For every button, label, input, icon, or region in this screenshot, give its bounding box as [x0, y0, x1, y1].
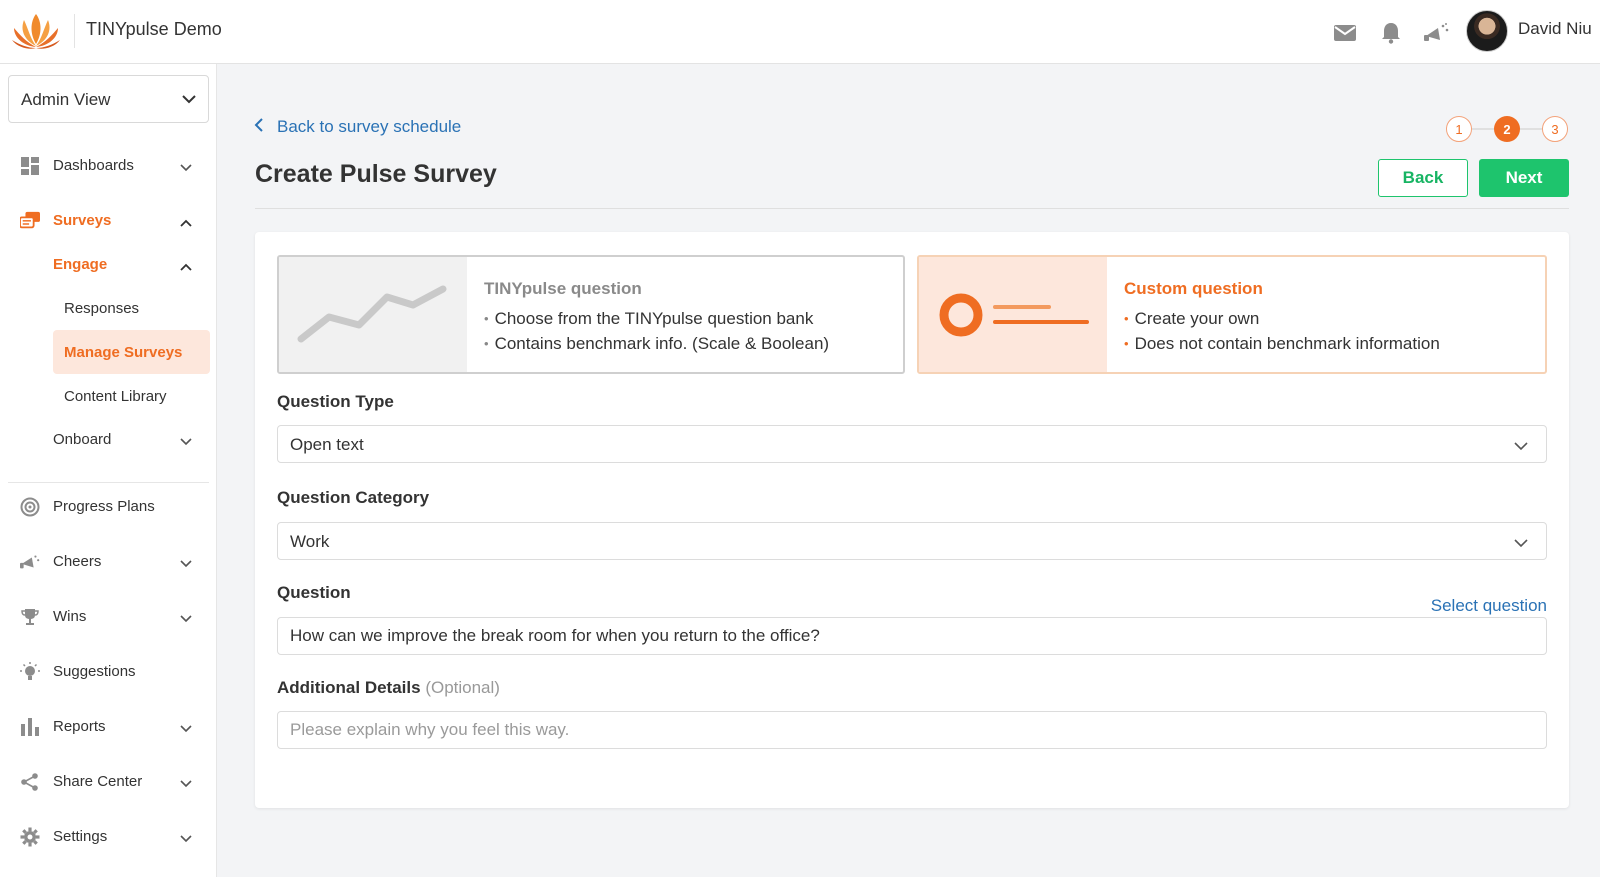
sidebar-item-label: Onboard: [53, 431, 112, 448]
custom-bullet: Create your own: [1124, 309, 1260, 329]
sidebar-item-label: Reports: [53, 718, 106, 735]
dashboard-icon: [20, 156, 40, 176]
avatar[interactable]: [1466, 10, 1508, 52]
bar-chart-icon: [20, 717, 40, 737]
survey-form-card: TINYpulse question Choose from the TINYp…: [255, 232, 1569, 808]
question-input[interactable]: [278, 618, 1546, 654]
back-link-label: Back to survey schedule: [277, 117, 462, 136]
chevron-down-icon: [1514, 438, 1528, 456]
user-name[interactable]: David Niu: [1518, 19, 1592, 39]
sidebar-item-wins[interactable]: Wins: [0, 597, 217, 637]
sidebar-item-onboard[interactable]: Onboard: [0, 420, 217, 460]
lightbulb-icon: [20, 662, 40, 682]
sidebar-item-label: Suggestions: [53, 663, 136, 680]
question-category-label: Question Category: [277, 488, 430, 507]
select-question-link[interactable]: Select question: [1431, 596, 1547, 616]
question-category-select[interactable]: Work: [277, 522, 1547, 560]
chevron-down-icon: [180, 433, 192, 451]
additional-details-label: Additional Details (Optional): [277, 678, 500, 698]
question-type-value: Open text: [290, 435, 364, 454]
sidebar-item-progress-plans[interactable]: Progress Plans: [0, 487, 217, 527]
sidebar-item-settings[interactable]: Settings: [0, 817, 217, 857]
view-select[interactable]: Admin View: [8, 75, 209, 123]
sidebar-item-engage[interactable]: Engage: [0, 245, 217, 285]
question-label: Question: [277, 583, 351, 602]
step-1: 1: [1446, 116, 1472, 142]
surveys-icon: [20, 211, 40, 231]
sidebar-item-responses[interactable]: Responses: [64, 300, 139, 317]
chevron-down-icon: [180, 720, 192, 738]
step-connector: [1472, 128, 1494, 130]
tinypulse-question-title: TINYpulse question: [484, 279, 642, 298]
chevron-down-icon: [1514, 535, 1528, 553]
chevron-down-icon: [180, 610, 192, 628]
sidebar-item-suggestions[interactable]: Suggestions: [0, 652, 217, 692]
additional-details-field[interactable]: [277, 711, 1547, 749]
back-to-schedule-link[interactable]: Back to survey schedule: [254, 116, 461, 138]
sidebar: Admin View Dashboards Surveys Engage Res…: [0, 64, 217, 877]
gear-icon: [20, 827, 40, 847]
optional-label: (Optional): [425, 678, 500, 697]
sidebar-item-cheers[interactable]: Cheers: [0, 542, 217, 582]
custom-bullet: Does not contain benchmark information: [1124, 334, 1440, 354]
sidebar-item-label: Settings: [53, 828, 108, 845]
target-icon: [20, 497, 40, 517]
chevron-down-icon: [182, 91, 196, 109]
question-field[interactable]: [277, 617, 1547, 655]
additional-details-label-text: Additional Details: [277, 678, 421, 697]
tinypulse-question-option[interactable]: TINYpulse question Choose from the TINYp…: [277, 255, 905, 374]
additional-details-input[interactable]: [278, 712, 1546, 748]
logo-divider: [74, 14, 75, 48]
chevron-down-icon: [180, 159, 192, 177]
chevron-down-icon: [180, 830, 192, 848]
sidebar-item-share-center[interactable]: Share Center: [0, 762, 217, 802]
sidebar-item-content-library[interactable]: Content Library: [64, 388, 167, 405]
sidebar-item-label: Wins: [53, 608, 87, 625]
chevron-up-icon: [180, 214, 192, 232]
sidebar-item-label: Progress Plans: [53, 498, 155, 515]
sidebar-divider: [8, 482, 209, 483]
view-select-value: Admin View: [21, 90, 111, 109]
next-button[interactable]: Next: [1479, 159, 1569, 197]
stepper: 1 2 3: [1446, 115, 1569, 143]
chevron-down-icon: [180, 555, 192, 573]
step-connector: [1520, 128, 1542, 130]
custom-question-title: Custom question: [1124, 279, 1263, 298]
question-category-value: Work: [290, 532, 330, 551]
custom-question-illustration-icon: [919, 257, 1107, 372]
mail-icon[interactable]: [1332, 20, 1358, 46]
step-2: 2: [1494, 116, 1520, 142]
sidebar-item-label: Surveys: [53, 212, 112, 229]
cheers-icon[interactable]: [1424, 20, 1450, 46]
tinypulse-bullet: Choose from the TINYpulse question bank: [484, 309, 814, 329]
back-button[interactable]: Back: [1378, 159, 1468, 197]
sidebar-item-surveys[interactable]: Surveys: [0, 201, 217, 241]
page-title: Create Pulse Survey: [255, 160, 497, 188]
tinypulse-bullet: Contains benchmark info. (Scale & Boolea…: [484, 334, 830, 354]
megaphone-icon: [20, 552, 40, 572]
sidebar-item-reports[interactable]: Reports: [0, 707, 217, 747]
step-3: 3: [1542, 116, 1568, 142]
chevron-up-icon: [180, 258, 192, 276]
lotus-logo-icon[interactable]: [8, 10, 64, 52]
trophy-icon: [20, 607, 40, 627]
top-bar: TINYpulse Demo David Niu: [0, 0, 1600, 64]
custom-question-option[interactable]: Custom question Create your own Does not…: [917, 255, 1547, 374]
question-type-label: Question Type: [277, 392, 394, 411]
chevron-left-icon: [254, 117, 263, 137]
sidebar-item-dashboards[interactable]: Dashboards: [0, 146, 217, 186]
line-chart-illustration-icon: [279, 257, 467, 372]
chevron-down-icon: [180, 775, 192, 793]
share-icon: [20, 772, 40, 792]
sidebar-item-label: Share Center: [53, 773, 143, 790]
sidebar-item-label: Cheers: [53, 553, 102, 570]
sidebar-item-label: Engage: [53, 256, 108, 273]
bell-icon[interactable]: [1378, 20, 1404, 46]
sidebar-item-manage-surveys[interactable]: Manage Surveys: [53, 330, 210, 374]
sidebar-item-label: Dashboards: [53, 157, 134, 174]
header-divider: [255, 208, 1569, 209]
app-title: TINYpulse Demo: [86, 19, 222, 39]
question-type-select[interactable]: Open text: [277, 425, 1547, 463]
